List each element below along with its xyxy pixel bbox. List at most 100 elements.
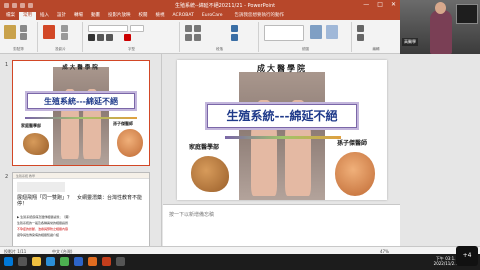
file-explorer-icon[interactable] (32, 257, 41, 266)
slide-editor: 成大醫學院 生殖系統---綿延不絕 家庭醫學部 孫子傑醫師 (163, 54, 400, 204)
tab-review[interactable]: 校閱 (135, 12, 152, 20)
bullets-icon[interactable] (185, 25, 192, 32)
tab-design[interactable]: 設計 (53, 12, 70, 20)
word-icon[interactable] (74, 257, 83, 266)
save-icon[interactable] (4, 3, 9, 8)
quick-styles-icon[interactable] (326, 25, 338, 39)
clipboard-group: 剪貼簿 (0, 22, 38, 52)
tell-me-search[interactable]: 告訴我您想要執行的動作 (231, 12, 289, 20)
align-center-icon[interactable] (194, 34, 201, 41)
slide-top-title[interactable]: 成大醫學院 (177, 63, 387, 74)
organ-image[interactable] (335, 152, 375, 196)
app-icon[interactable] (116, 257, 125, 266)
close-button[interactable]: ✕ (391, 1, 396, 8)
participants-badge[interactable]: +4 (456, 246, 478, 266)
edge-icon[interactable] (46, 257, 55, 266)
thumb2-line-1: ▶ 生殖系統疾病及遺傳相關議題；（圖） (17, 215, 72, 219)
thumb1-banner: 生殖系統---綿延不絕 (27, 93, 135, 109)
quick-access-toolbar (0, 3, 33, 8)
layout-icon[interactable] (61, 25, 68, 32)
tab-slideshow[interactable]: 投影片放映 (104, 12, 135, 20)
tab-home[interactable]: 常用 (19, 12, 36, 20)
numbering-icon[interactable] (194, 25, 201, 32)
paste-icon[interactable] (4, 25, 16, 39)
thumb2-heading: 展翅飛翔「同一雙跑」？ 女網靈潛藥：台灣性教育不能停！ (17, 195, 143, 207)
slide-label-left[interactable]: 家庭醫學部 (189, 142, 219, 151)
new-slide-icon[interactable] (43, 25, 55, 39)
zoom-level[interactable]: 47% (380, 249, 389, 254)
thumb2-line-4: 避孕與性傳染病的相關知識介紹 (17, 233, 60, 237)
maximize-button[interactable]: □ (377, 1, 383, 8)
chrome-icon[interactable] (60, 257, 69, 266)
background-monitor (456, 4, 478, 24)
ribbon-tabs: 檔案 常用 插入 設計 轉場 動畫 投影片放映 校閱 檢視 ACROBAT Eu… (0, 11, 400, 20)
align-left-icon[interactable] (185, 34, 192, 41)
title-bar: 生殖系統--綿延不絕20211/21 - PowerPoint — □ ✕ (0, 0, 400, 11)
bold-icon[interactable] (88, 34, 95, 41)
uterus-image[interactable] (191, 156, 229, 192)
reset-icon[interactable] (61, 33, 68, 40)
thumb1-uterus-image (23, 133, 49, 155)
clock-date: 2022/11/2... (433, 261, 458, 266)
font-group: 字型 (84, 22, 180, 52)
thumb1-label-left: 家庭醫學部 (21, 123, 41, 128)
copy-icon[interactable] (20, 33, 27, 40)
font-size-select[interactable] (130, 25, 144, 32)
slide-number-2: 2 (5, 174, 9, 180)
ribbon: 剪貼簿 投影片 字型 段落 繪圖 編輯 (0, 20, 400, 54)
search-icon[interactable] (18, 257, 27, 266)
text-direction-icon[interactable] (231, 25, 238, 32)
start-slideshow-icon[interactable] (28, 3, 33, 8)
presenter-name: 高醫學 (402, 38, 418, 46)
window-title: 生殖系統--綿延不絕20211/21 - PowerPoint (175, 3, 276, 9)
thumb2-line-3: 不孕症的診斷、治療與預防之相關內容 (17, 227, 69, 231)
minimize-button[interactable]: — (363, 1, 369, 8)
slides-group: 投影片 (39, 22, 83, 52)
arrange-icon[interactable] (310, 25, 322, 39)
drawing-group: 繪圖 (260, 22, 352, 52)
tab-view[interactable]: 檢視 (152, 12, 169, 20)
thumb1-divider (25, 117, 137, 119)
tab-transitions[interactable]: 轉場 (70, 12, 87, 20)
font-label: 字型 (128, 47, 135, 51)
editing-label: 編輯 (372, 47, 380, 51)
current-slide[interactable]: 成大醫學院 生殖系統---綿延不絕 家庭醫學部 孫子傑醫師 (177, 60, 387, 200)
presenter-video: 高醫學 (400, 0, 480, 54)
thumb1-organ-image (117, 129, 143, 157)
smartart-icon[interactable] (231, 34, 238, 41)
tab-eurocare[interactable]: EuroCare (198, 12, 227, 20)
powerpoint-icon[interactable] (102, 257, 111, 266)
editing-group: 編輯 (353, 22, 399, 52)
notes-placeholder: 按一下以新增備忘稿 (169, 212, 215, 218)
slide-label-right[interactable]: 孫子傑醫師 (337, 138, 367, 147)
italic-icon[interactable] (97, 34, 104, 41)
slide-thumbnail-2[interactable]: 生殖系統 教學 展翅飛翔「同一雙跑」？ 女網靈潛藥：台灣性教育不能停！ ▶ 生殖… (12, 172, 150, 254)
slide-thumbnail-1[interactable]: 成大醫學院 生殖系統---綿延不絕 家庭醫學部 孫子傑醫師 (12, 60, 150, 166)
underline-icon[interactable] (106, 34, 113, 41)
slide-banner-title[interactable]: 生殖系統---綿延不絕 (207, 104, 357, 128)
tab-file[interactable]: 檔案 (2, 12, 19, 20)
replace-icon[interactable] (357, 34, 364, 41)
slide-thumbnails-pane[interactable]: 1 成大醫學院 生殖系統---綿延不絕 家庭醫學部 孫子傑醫師 2 生殖系統 教… (0, 54, 162, 254)
undo-icon[interactable] (12, 3, 17, 8)
thumb2-line-2: 生殖系統的一般及各種異常的相關議題 (17, 221, 69, 225)
tab-insert[interactable]: 插入 (36, 12, 53, 20)
tab-animations[interactable]: 動畫 (87, 12, 104, 20)
clipboard-label: 剪貼簿 (13, 47, 24, 51)
right-pane (400, 54, 480, 254)
cut-icon[interactable] (20, 25, 27, 32)
window-controls: — □ ✕ (363, 1, 396, 8)
firefox-icon[interactable] (88, 257, 97, 266)
font-name-select[interactable] (88, 25, 128, 32)
tab-acrobat[interactable]: ACROBAT (169, 12, 198, 20)
presenter-head (435, 2, 446, 14)
start-icon[interactable] (4, 257, 13, 266)
shapes-gallery[interactable] (264, 25, 304, 41)
powerpoint-window: 生殖系統--綿延不絕20211/21 - PowerPoint — □ ✕ 檔案… (0, 0, 480, 270)
find-icon[interactable] (357, 25, 364, 32)
font-color-icon[interactable] (124, 34, 131, 41)
presenter-body (430, 10, 452, 54)
clock[interactable]: 下午 03:1... 2022/11/2... (428, 256, 458, 266)
redo-icon[interactable] (20, 3, 25, 8)
thumb1-label-right: 孫子傑醫師 (113, 121, 133, 126)
